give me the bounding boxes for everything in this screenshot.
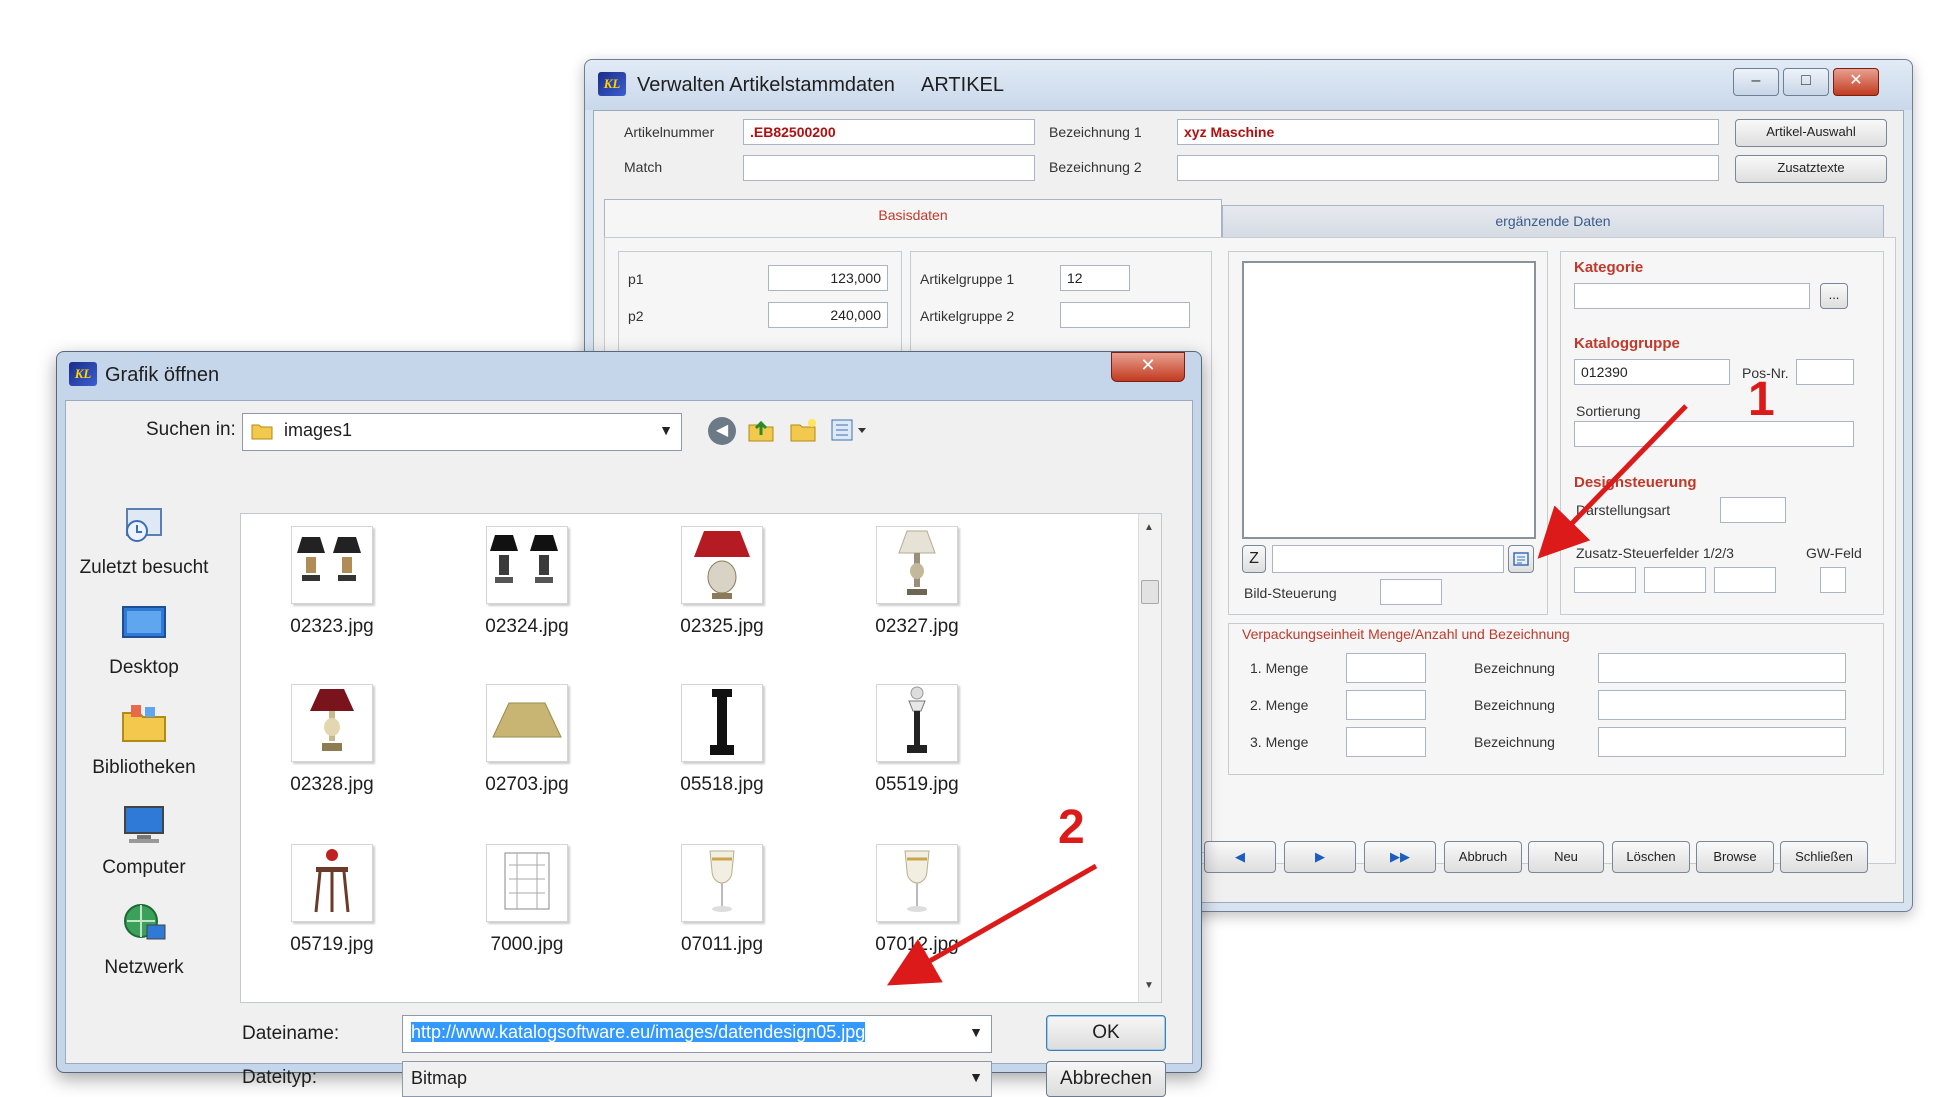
arrow-1 xyxy=(1537,404,1688,559)
marker-1: 1 xyxy=(1748,373,1775,426)
annotation-overlay xyxy=(886,404,1688,986)
marker-2: 2 xyxy=(1058,801,1085,854)
arrow-2 xyxy=(886,863,1098,986)
